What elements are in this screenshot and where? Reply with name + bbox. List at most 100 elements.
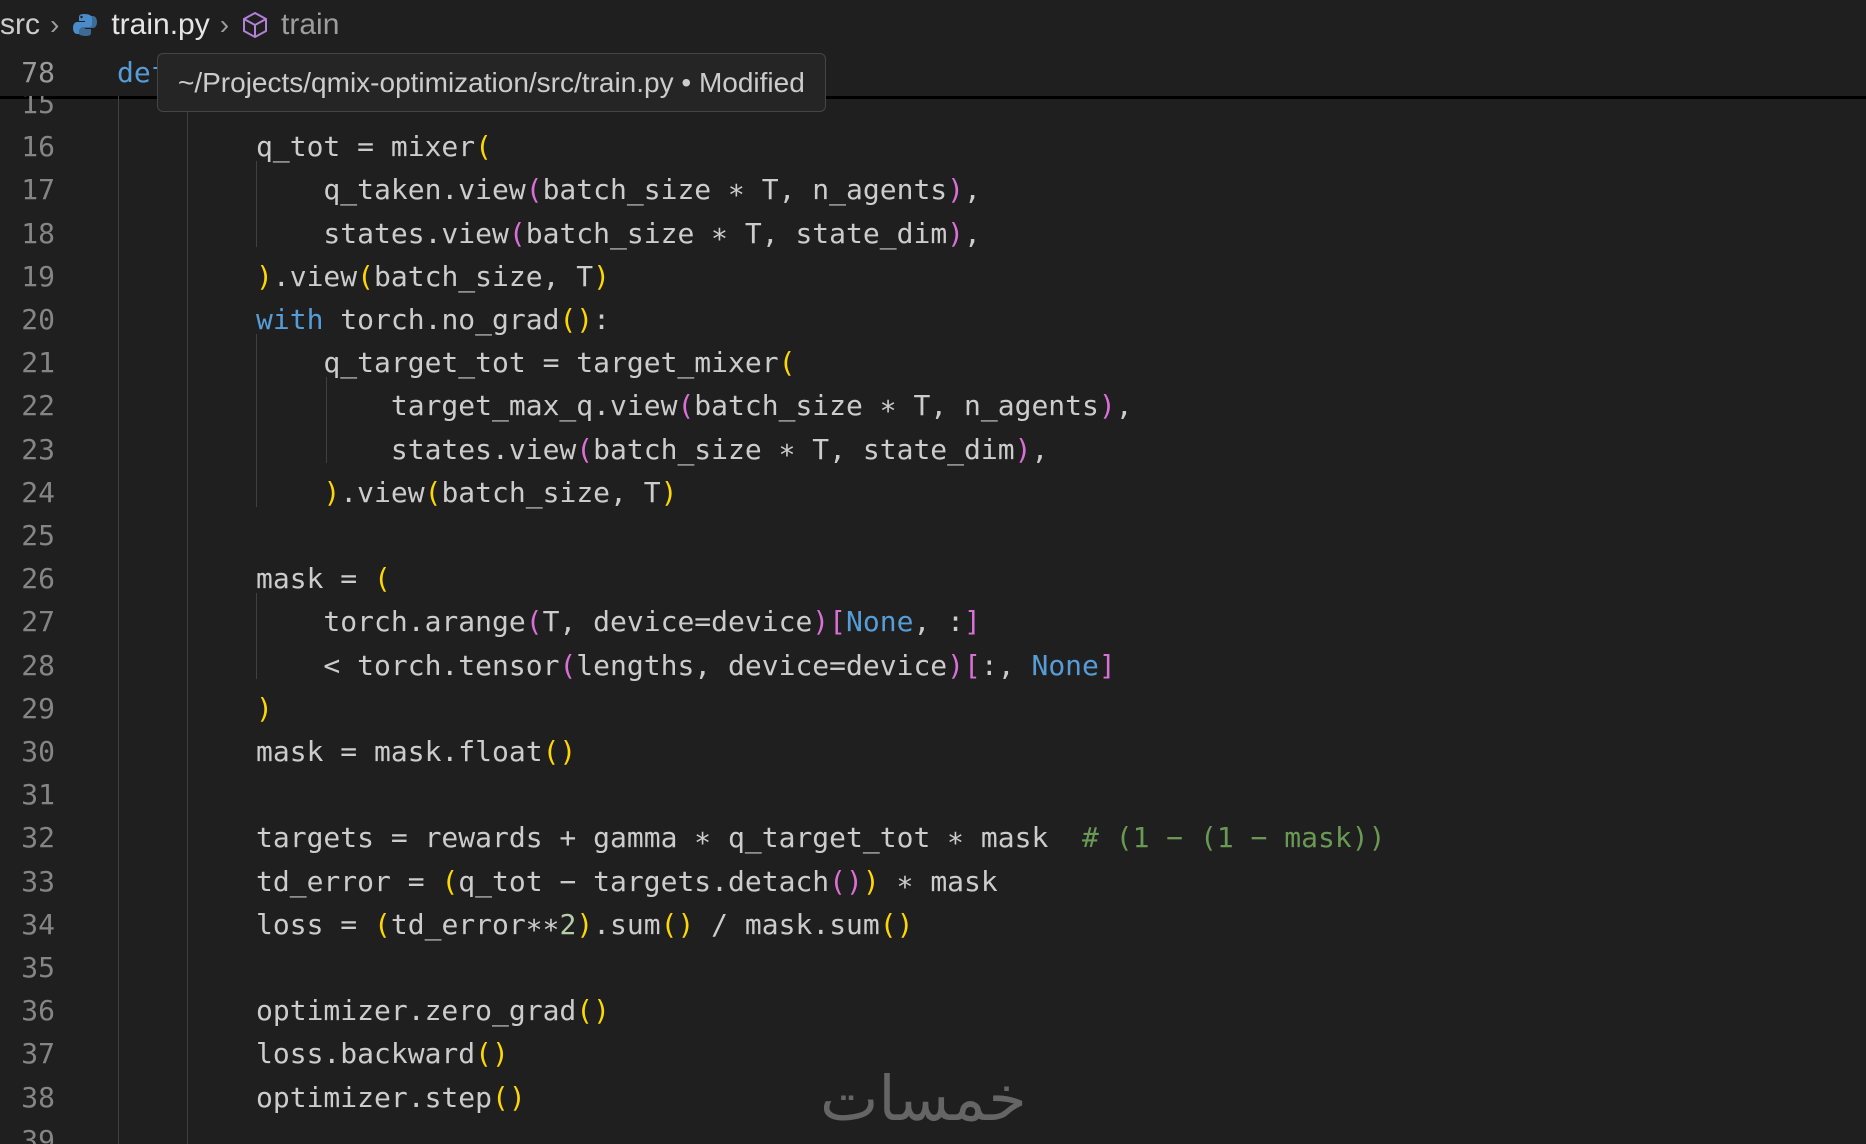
code-token: , :	[913, 605, 965, 639]
code-text[interactable]: target_max_q.view(batch_size ∗ T, n_agen…	[256, 384, 1133, 427]
code-line[interactable]: 35	[0, 946, 1866, 989]
code-token: ,	[964, 173, 981, 207]
code-line[interactable]: 22 target_max_q.view(batch_size ∗ T, n_a…	[0, 384, 1866, 427]
line-number: 26	[21, 562, 55, 596]
code-text[interactable]: loss.backward()	[256, 1032, 509, 1075]
code-text[interactable]: mask = (	[256, 557, 391, 600]
code-text[interactable]: optimizer.step()	[256, 1076, 526, 1119]
line-number: 78	[21, 56, 55, 89]
code-text[interactable]: )	[256, 687, 273, 730]
code-line[interactable]: 36 optimizer.zero_grad()	[0, 989, 1866, 1032]
code-text[interactable]: td_error = (q_tot − targets.detach()) ∗ …	[256, 860, 998, 903]
code-text[interactable]: states.view(batch_size ∗ T, state_dim),	[256, 212, 980, 255]
code-token: with	[256, 303, 324, 336]
code-token: )	[812, 605, 830, 639]
code-token: (	[374, 907, 391, 941]
code-line[interactable]: 16 q_tot = mixer(	[0, 125, 1866, 168]
code-token: torch.no_grad	[323, 303, 560, 336]
code-text[interactable]: with torch.no_grad():	[256, 298, 610, 341]
chevron-right-icon: ›	[219, 9, 230, 40]
line-number: 17	[21, 173, 55, 207]
code-line[interactable]: 25	[0, 514, 1866, 557]
code-token: )	[593, 259, 611, 293]
code-token: optimizer.step	[256, 1080, 493, 1114]
code-token: (	[525, 605, 543, 639]
code-editor[interactable]: 15 16 q_tot = mixer(17 q_taken.view(batch_…	[0, 96, 1866, 1144]
code-text[interactable]: targets = rewards + gamma ∗ q_target_tot…	[256, 816, 1385, 859]
code-line[interactable]: 17 q_taken.view(batch_size ∗ T, n_agents…	[0, 168, 1866, 211]
breadcrumb-symbol[interactable]: train	[281, 8, 339, 42]
code-line[interactable]: 28 < torch.tensor(lengths, device=device…	[0, 644, 1866, 687]
code-text[interactable]: ).view(batch_size, T)	[256, 255, 610, 298]
code-token: target_max_q.view	[256, 389, 678, 423]
code-line[interactable]: 18 states.view(batch_size ∗ T, state_dim…	[0, 212, 1866, 255]
code-token: T, device=device	[542, 605, 813, 639]
code-line[interactable]: 20 with torch.no_grad():	[0, 298, 1866, 341]
code-token: )	[947, 216, 965, 250]
code-token: td_error∗∗	[390, 907, 560, 941]
code-text[interactable]: < torch.tensor(lengths, device=device)[:…	[256, 644, 1115, 687]
code-token: q_taken.view	[256, 173, 526, 207]
code-token: ]	[964, 605, 981, 639]
code-token: )	[1098, 389, 1116, 423]
code-line[interactable]: 24 ).view(batch_size, T)	[0, 471, 1866, 514]
code-line[interactable]: 29)	[0, 687, 1866, 730]
code-token: q_tot − targets.detach	[458, 864, 830, 898]
code-token: :	[593, 303, 611, 336]
code-token: )	[862, 864, 880, 898]
code-token: (	[357, 259, 375, 293]
code-token: td_error =	[256, 864, 442, 898]
code-line[interactable]: 30 mask = mask.float()	[0, 730, 1866, 773]
code-text[interactable]: q_target_tot = target_mixer(	[256, 341, 795, 384]
code-token: ()	[542, 735, 577, 768]
code-text[interactable]: torch.arange(T, device=device)[None, :]	[256, 600, 981, 643]
line-number: 33	[21, 864, 55, 898]
code-text[interactable]: q_taken.view(batch_size ∗ T, n_agents),	[256, 168, 981, 211]
code-token: )	[1014, 432, 1032, 466]
code-text[interactable]: states.view(batch_size ∗ T, state_dim),	[256, 428, 1048, 471]
code-text[interactable]: loss = (td_error∗∗2).sum() / mask.sum()	[256, 903, 913, 946]
code-token: batch_size ∗ T, n_agents	[694, 389, 1099, 423]
code-token: batch_size ∗ T, state_dim	[593, 432, 1015, 466]
line-number: 30	[21, 735, 55, 768]
code-token: (	[424, 475, 442, 509]
breadcrumb: src › train.py › train	[0, 0, 1866, 50]
code-token: < torch.tensor	[256, 648, 560, 682]
line-number: 16	[21, 130, 55, 164]
code-token: [	[964, 648, 981, 682]
code-token: batch_size, T	[441, 475, 661, 509]
code-token: states.view	[256, 216, 509, 250]
line-number: 28	[21, 648, 55, 682]
code-text[interactable]: mask = mask.float()	[256, 730, 576, 773]
code-text[interactable]: ).view(batch_size, T)	[256, 471, 677, 514]
code-token: (	[374, 562, 391, 596]
code-line[interactable]: 32 targets = rewards + gamma ∗ q_target_t…	[0, 816, 1866, 859]
code-text[interactable]: optimizer.zero_grad()	[256, 989, 610, 1032]
code-line[interactable]: 34 loss = (td_error∗∗2).sum() / mask.sum(…	[0, 903, 1866, 946]
code-token: 2	[559, 907, 577, 941]
code-line[interactable]: 19).view(batch_size, T)	[0, 255, 1866, 298]
code-token: targets = rewards + gamma ∗ q_target_tot…	[256, 821, 1083, 855]
code-line[interactable]: 31	[0, 773, 1866, 816]
code-token: (	[576, 432, 594, 466]
chevron-right-icon: ›	[50, 9, 60, 40]
code-token: :,	[980, 648, 1032, 682]
code-line[interactable]: 33 td_error = (q_tot − targets.detach()) …	[0, 860, 1866, 903]
code-token: q_target_tot = target_mixer	[256, 346, 779, 380]
code-line[interactable]: 21 q_target_tot = target_mixer(	[0, 341, 1866, 384]
breadcrumb-folder[interactable]: src	[0, 8, 40, 42]
code-line[interactable]: 27 torch.arange(T, device=device)[None, …	[0, 600, 1866, 643]
code-token: )	[947, 173, 965, 207]
code-token: .view	[340, 475, 425, 509]
code-line[interactable]: 23 states.view(batch_size ∗ T, state_dim…	[0, 428, 1866, 471]
line-number: 34	[21, 907, 55, 941]
code-token: / mask.sum	[694, 907, 880, 941]
line-number: 38	[21, 1080, 55, 1114]
code-line[interactable]: 26 mask = (	[0, 557, 1866, 600]
code-token: states.view	[256, 432, 577, 466]
code-text[interactable]: q_tot = mixer(	[256, 125, 492, 168]
breadcrumb-file[interactable]: train.py	[111, 8, 209, 42]
code-token: ()	[475, 1037, 509, 1071]
line-number: 18	[21, 216, 55, 250]
code-token: optimizer.zero_grad	[256, 994, 577, 1028]
